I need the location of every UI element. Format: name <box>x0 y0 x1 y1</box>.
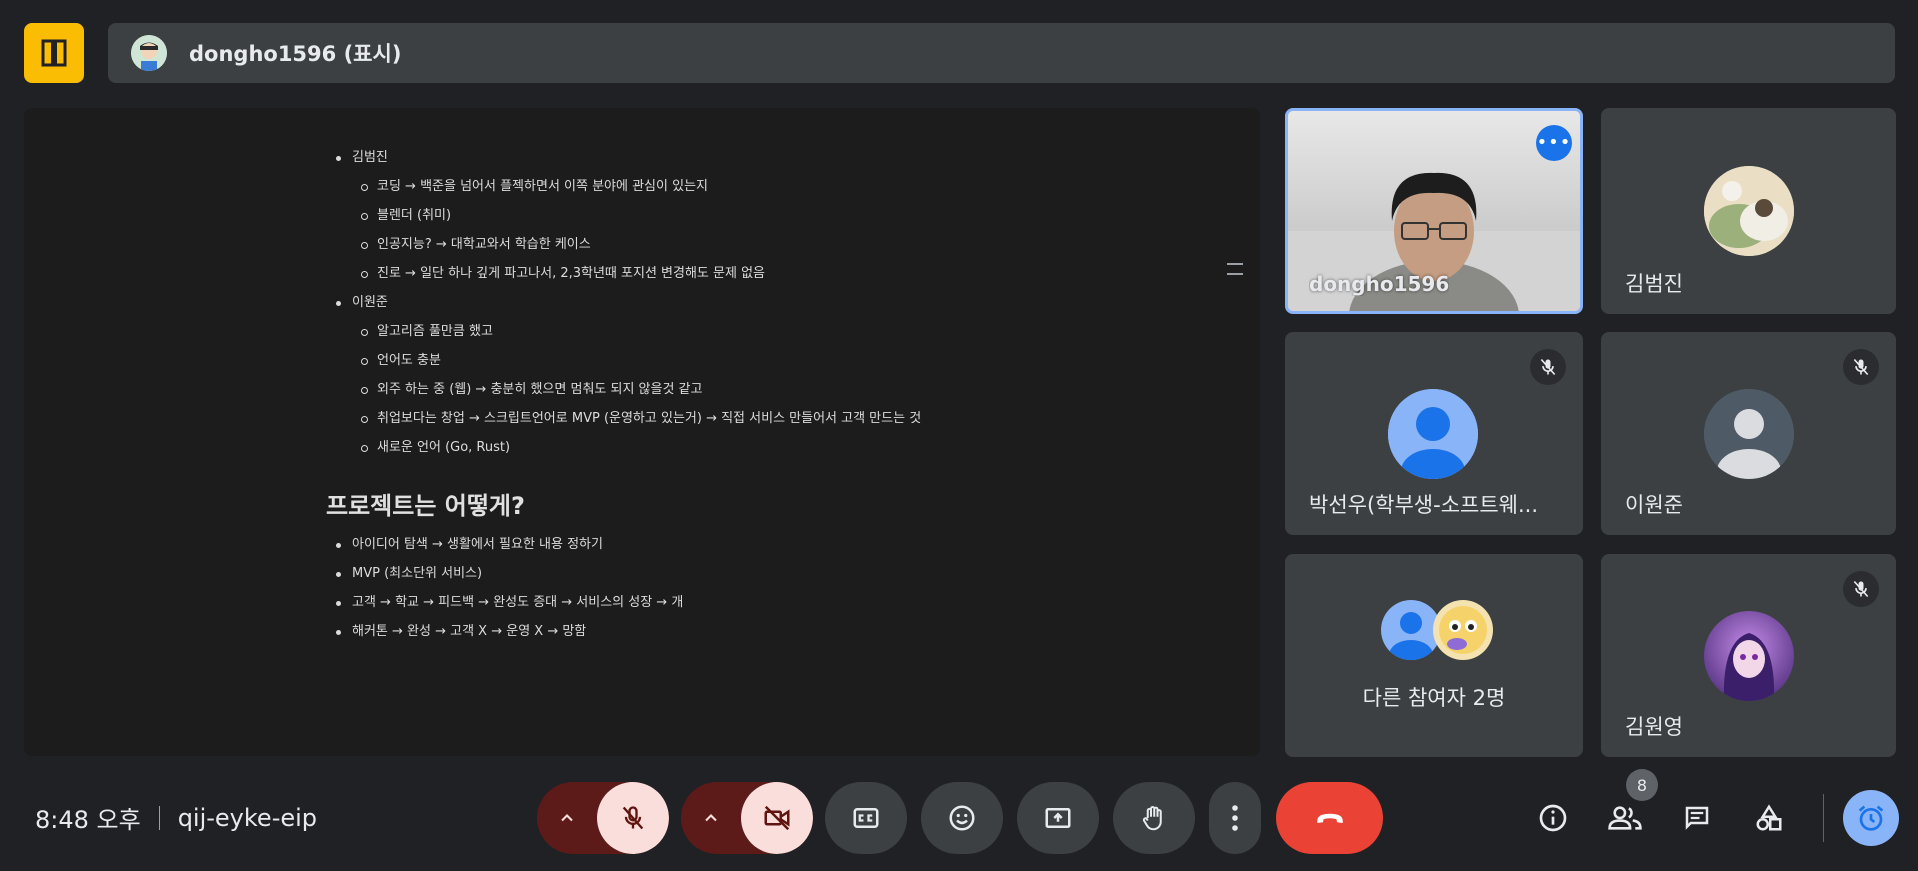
list-item: 외주 하는 중 (웹) → 충분히 했으면 멈춰도 되지 않을것 같고 <box>326 380 1026 409</box>
info-icon <box>1539 804 1567 832</box>
meeting-info: 8:48 오후 qij-eyke-eip <box>35 800 317 835</box>
closed-caption-icon <box>853 808 879 828</box>
camera-control-group <box>681 782 813 854</box>
reactions-button[interactable] <box>921 782 1003 854</box>
shared-screen: 김범진 코딩 → 백준을 넘어서 플젝하면서 이쪽 분야에 관심이 있는지 블렌… <box>24 108 1260 756</box>
participant-avatar <box>1704 389 1794 479</box>
list-item: 언어도 충분 <box>326 351 1026 380</box>
mic-off-badge <box>1843 571 1879 607</box>
mic-off-icon <box>1853 358 1869 376</box>
raise-hand-button[interactable] <box>1113 782 1195 854</box>
list-item: 김범진 <box>326 148 1026 177</box>
list-item: 인공지능? → 대학교와서 학습한 케이스 <box>326 235 1026 264</box>
participant-name: 박선우(학부생-소프트웨... <box>1309 493 1538 517</box>
audio-settings-button[interactable] <box>537 782 597 854</box>
participant-tile-others[interactable]: 다른 참여자 2명 <box>1285 554 1583 757</box>
participant-avatar <box>1388 389 1478 479</box>
chat-button[interactable] <box>1669 790 1725 846</box>
people-icon <box>1608 806 1642 830</box>
participant-avatar <box>1381 600 1441 660</box>
present-screen-button[interactable] <box>1017 782 1099 854</box>
clock-time: 8:48 오후 <box>35 806 141 834</box>
participant-name: 김원영 <box>1625 715 1683 739</box>
divider <box>158 805 160 830</box>
list-item: 알고리즘 풀만큼 했고 <box>326 322 1026 351</box>
document-heading: 프로젝트는 어떻게? <box>326 492 525 520</box>
shared-document: 김범진 코딩 → 백준을 넘어서 플젝하면서 이쪽 분야에 관심이 있는지 블렌… <box>326 148 1026 651</box>
participant-name: 이원준 <box>1625 493 1683 517</box>
call-end-icon <box>1316 813 1343 823</box>
people-count-badge: 8 <box>1626 769 1658 801</box>
list-item: 이원준 <box>326 293 1026 322</box>
chat-icon <box>1685 806 1709 830</box>
list-item: 해커톤 → 완성 → 고객 X → 운영 X → 망함 <box>326 622 1026 651</box>
participant-tile[interactable]: 김범진 <box>1601 108 1896 314</box>
more-vert-icon <box>1232 805 1238 831</box>
participant-name: dongho1596 <box>1309 272 1450 296</box>
captions-button[interactable] <box>825 782 907 854</box>
present-to-all-icon <box>1045 808 1071 828</box>
others-label: 다른 참여자 2명 <box>1362 686 1506 710</box>
camera-toggle-button[interactable] <box>741 782 813 854</box>
list-item: 고객 → 학교 → 피드백 → 완성도 증대 → 서비스의 성장 → 개 <box>326 593 1026 622</box>
mic-off-icon <box>622 806 644 830</box>
chevron-up-icon <box>561 814 573 822</box>
presenter-title: dongho1596 (표시) <box>189 42 402 66</box>
list-item: 블렌더 (취미) <box>326 206 1026 235</box>
presenter-avatar <box>131 35 167 71</box>
shapes-icon <box>1756 804 1782 831</box>
timer-button[interactable] <box>1843 790 1899 846</box>
presentation-logo-icon[interactable] <box>24 23 84 83</box>
meeting-details-button[interactable] <box>1525 790 1581 846</box>
activities-button[interactable] <box>1741 790 1797 846</box>
emoji-icon <box>949 805 975 831</box>
participant-avatar <box>1704 611 1794 701</box>
list-item: 코딩 → 백준을 넘어서 플젝하면서 이쪽 분야에 관심이 있는지 <box>326 177 1026 206</box>
more-options-button[interactable] <box>1209 782 1261 854</box>
mic-off-badge <box>1843 349 1879 385</box>
list-item: 진로 → 일단 하나 깊게 파고나서, 2,3학년때 포지션 변경해도 문제 없… <box>326 264 1026 293</box>
list-item: MVP (최소단위 서비스) <box>326 564 1026 593</box>
hand-icon <box>1142 806 1162 831</box>
list-item: 새로운 언어 (Go, Rust) <box>326 438 1026 467</box>
alarm-icon <box>1858 805 1884 831</box>
list-item: 아이디어 탐색 → 생활에서 필요한 내용 정하기 <box>326 535 1026 564</box>
mic-off-icon <box>1540 358 1556 376</box>
participant-tile[interactable]: 이원준 <box>1601 332 1896 535</box>
participant-name: 김범진 <box>1625 272 1683 296</box>
mic-off-icon <box>1853 580 1869 598</box>
participant-avatar <box>1433 600 1493 660</box>
divider <box>1823 794 1824 842</box>
presenter-bar[interactable]: dongho1596 (표시) <box>108 23 1895 83</box>
mic-toggle-button[interactable] <box>597 782 669 854</box>
participant-tile-self[interactable]: ••• dongho1596 <box>1285 108 1583 314</box>
chevron-up-icon <box>705 814 717 822</box>
participant-tile[interactable]: 박선우(학부생-소프트웨... <box>1285 332 1583 535</box>
list-item: 취업보다는 창업 → 스크립트언어로 MVP (운영하고 있는거) → 직접 서… <box>326 409 1026 438</box>
meeting-code: qij-eyke-eip <box>177 803 318 832</box>
video-settings-button[interactable] <box>681 782 741 854</box>
more-horiz-icon: ••• <box>1536 132 1572 153</box>
mic-off-badge <box>1530 349 1566 385</box>
mic-control-group <box>537 782 669 854</box>
more-options-button[interactable]: ••• <box>1536 125 1572 161</box>
leave-call-button[interactable] <box>1276 782 1383 854</box>
scroll-handle-icon[interactable] <box>1227 263 1243 275</box>
videocam-off-icon <box>764 805 790 831</box>
participant-tile[interactable]: 김원영 <box>1601 554 1896 757</box>
participant-avatar <box>1704 166 1794 256</box>
